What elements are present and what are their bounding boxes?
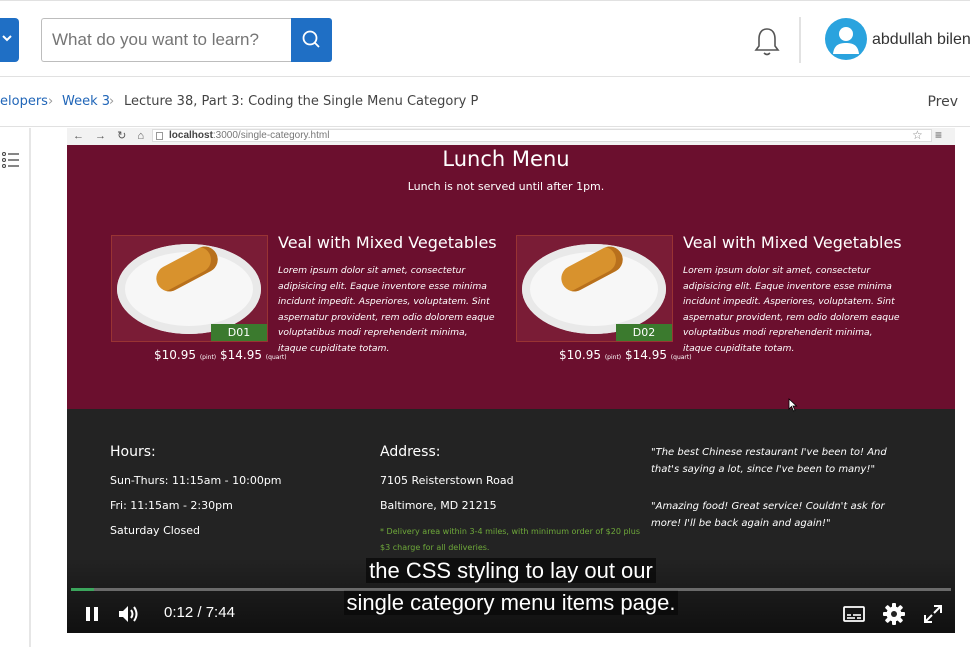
username[interactable]: abdullah bilen: [872, 31, 970, 49]
menu-item: D01 $10.95 (pint) $14.95 (quart) Veal wi…: [111, 233, 511, 375]
breadcrumb-course-link[interactable]: elopers: [0, 94, 48, 109]
video-menu-section: Lunch Menu Lunch is not served until aft…: [67, 145, 955, 409]
page-icon: [156, 132, 163, 140]
search-button[interactable]: [291, 18, 332, 62]
mouse-cursor-icon: [788, 398, 798, 412]
volume-button[interactable]: [117, 604, 141, 629]
breadcrumb: elopers › Week 3 › Lecture 38, Part 3: C…: [0, 77, 970, 127]
explore-menu-button[interactable]: [0, 18, 19, 62]
header-divider: [799, 17, 801, 63]
duration: 7:44: [205, 604, 235, 621]
dish-code: D02: [616, 324, 672, 341]
browser-url: localhost:3000/single-category.html: [169, 130, 330, 141]
menu-subtitle: Lunch is not served until after 1pm.: [407, 180, 605, 193]
hours-line: Sun-Thurs: 11:15am - 10:00pm: [110, 474, 282, 487]
breadcrumb-separator: ›: [48, 94, 54, 109]
dish-image: D02: [516, 235, 673, 342]
volume-icon: [119, 606, 138, 622]
hours-heading: Hours:: [110, 444, 156, 460]
fullscreen-button[interactable]: [923, 604, 943, 629]
search-icon: [302, 30, 320, 48]
video-browser-toolbar: ← → ↻ ⌂ localhost:3000/single-category.h…: [67, 128, 955, 146]
caption-line: single category menu items page.: [343, 590, 679, 615]
pause-icon: [86, 607, 98, 621]
bell-icon: [754, 28, 780, 56]
chevron-down-icon: [2, 35, 12, 42]
address-line: 7105 Reisterstown Road: [380, 474, 514, 487]
dish-code: D01: [211, 324, 267, 341]
dish-description: Lorem ipsum dolor sit amet, consectetur …: [278, 265, 495, 354]
address-heading: Address:: [380, 444, 441, 460]
dish-price: $10.95 (pint) $14.95 (quart): [154, 348, 287, 362]
hours-line: Fri: 11:15am - 2:30pm: [110, 499, 233, 512]
time-display: 0:12 / 7:44: [164, 604, 235, 621]
breadcrumb-separator: ›: [109, 94, 115, 109]
delivery-note: * Delivery area within 3-4 miles, with m…: [380, 527, 641, 552]
caption-line: the CSS styling to lay out our: [366, 558, 656, 583]
dish-name: Veal with Mixed Vegetables: [278, 233, 497, 252]
video-player[interactable]: ← → ↻ ⌂ localhost:3000/single-category.h…: [67, 128, 955, 633]
dish-name: Veal with Mixed Vegetables: [683, 233, 902, 252]
course-outline-panel: [0, 128, 31, 647]
menu-title: Lunch Menu: [442, 147, 570, 171]
hamburger-icon: ≡: [935, 128, 943, 142]
captions-button[interactable]: [843, 605, 865, 628]
browser-nav-icons: ← → ↻ ⌂: [73, 130, 149, 142]
user-avatar[interactable]: [825, 18, 867, 60]
hours-column: Hours: Sun-Thurs: 11:15am - 10:00pm Fri:…: [110, 444, 282, 549]
fullscreen-icon: [924, 605, 942, 623]
hours-line: Saturday Closed: [110, 524, 201, 537]
menu-item: D02 $10.95 (pint) $14.95 (quart) Veal wi…: [516, 233, 916, 375]
breadcrumb-current-lecture: Lecture 38, Part 3: Coding the Single Me…: [124, 94, 479, 109]
star-icon: ☆: [912, 128, 923, 142]
testimonial: "The best Chinese restaurant I've been t…: [651, 447, 887, 475]
pause-button[interactable]: [84, 605, 100, 628]
progress-bar-fill: [71, 588, 94, 591]
top-bar: abdullah bilen: [0, 0, 970, 77]
browser-url-bar: localhost:3000/single-category.html: [152, 129, 932, 142]
dish-image: D01: [111, 235, 268, 342]
user-avatar-icon: [833, 27, 859, 54]
dish-description: Lorem ipsum dolor sit amet, consectetur …: [683, 265, 900, 354]
notifications-button[interactable]: [753, 26, 781, 63]
settings-button[interactable]: [882, 602, 906, 631]
time-separator: /: [197, 604, 202, 621]
search-input[interactable]: [41, 18, 293, 62]
progress-bar[interactable]: [71, 588, 951, 591]
current-time: 0:12: [164, 604, 194, 621]
breadcrumb-week-link[interactable]: Week 3: [62, 94, 110, 109]
address-line: Baltimore, MD 21215: [380, 499, 497, 512]
testimonial: "Amazing food! Great service! Couldn't a…: [651, 501, 885, 529]
captions-icon: [843, 606, 865, 622]
prev-link[interactable]: Prev: [927, 94, 958, 110]
gear-icon: [883, 603, 905, 625]
address-column: Address: 7105 Reisterstown Road Baltimor…: [380, 444, 640, 556]
list-icon[interactable]: [2, 151, 20, 169]
dish-price: $10.95 (pint) $14.95 (quart): [559, 348, 692, 362]
testimonials-column: "The best Chinese restaurant I've been t…: [651, 444, 911, 552]
